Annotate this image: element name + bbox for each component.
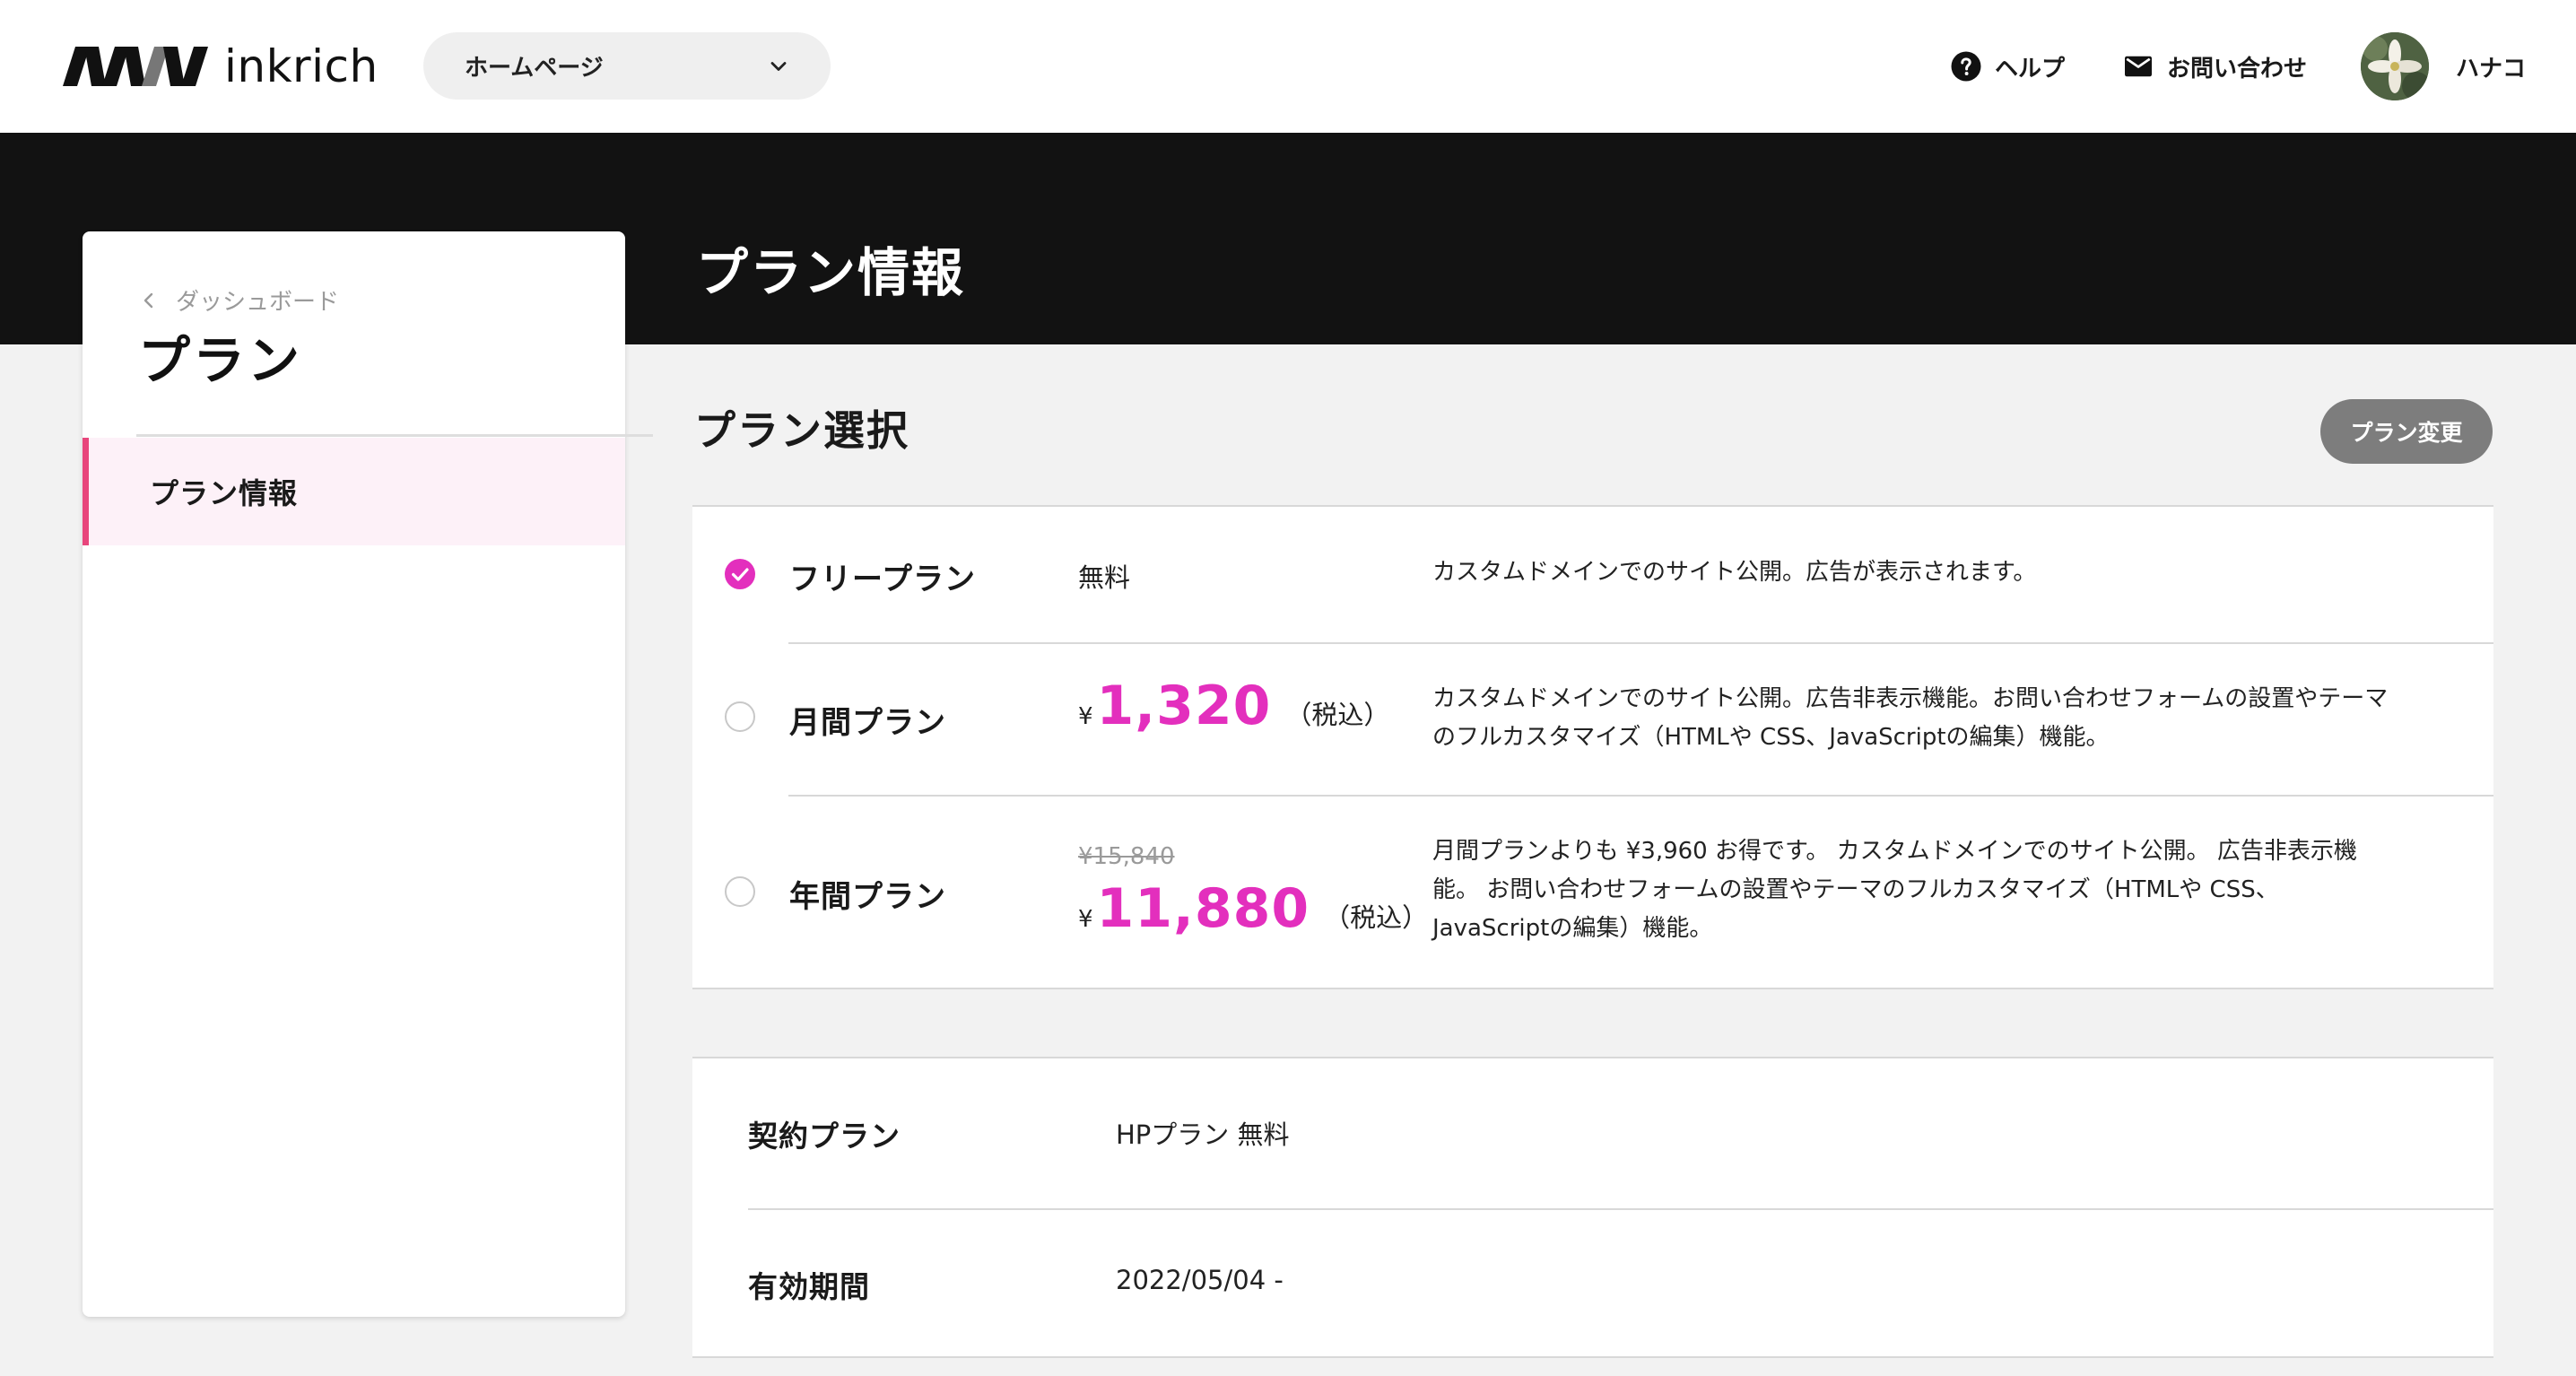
user-name[interactable]: ハナコ [2456,50,2526,83]
plan-description: カスタムドメインでのサイト公開。広告非表示機能。お問い合わせフォームの設置やテー… [1432,680,2437,757]
contract-info: 契約プラン HPプラン 無料 有効期間 2022/05/04 - [692,1057,2493,1358]
back-to-dashboard-link[interactable]: ダッシュボード [138,283,339,317]
contact-label: お問い合わせ [2166,55,2307,83]
plan-description: カスタムドメインでのサイト公開。広告が表示されます。 [1432,559,2037,586]
site-select-value: ホームページ [465,55,604,82]
tax-note: （税込） [1324,902,1429,933]
contract-plan-label: 契約プラン [748,1119,901,1154]
sidebar-item-label: プラン情報 [150,476,299,510]
plan-row-yearly[interactable]: 年間プラン ¥15,840 ¥ 11,880 （税込） 月間プランよりも ¥3,… [692,797,2493,988]
back-link-label: ダッシュボード [176,289,340,316]
plan-name: 月間プラン [789,705,946,741]
sidebar-item-plan-info[interactable]: プラン情報 [83,438,625,545]
plan-description-line: カスタムドメインでのサイト公開。広告非表示機能。お問い合わせフォームの設置やテー… [1432,685,2389,712]
site-select[interactable]: ホームページ [423,32,831,100]
plan-price: 1,320 [1096,675,1272,737]
plan-price: 11,880 [1096,877,1310,940]
mail-icon [2124,56,2152,77]
contact-link[interactable]: お問い合わせ [2122,50,2307,83]
plan-radio-monthly[interactable] [725,701,755,732]
contract-plan-value: HPプラン 無料 [1116,1119,1290,1150]
flower-avatar-icon [2360,32,2429,100]
original-price: ¥15,840 [1078,843,1175,870]
plan-description: 月間プランよりも ¥3,960 お得です。 カスタムドメインでのサイト公開。 広… [1432,832,2437,948]
plan-radio-free[interactable] [725,559,755,589]
currency-symbol: ¥ [1078,906,1093,933]
plan-radio-yearly[interactable] [725,876,755,907]
plan-description-line: 月間プランよりも ¥3,960 お得です。 カスタムドメインでのサイト公開。 広… [1432,838,2357,865]
plan-description-line: 能。 お問い合わせフォームの設置やテーマのフルカスタマイズ（HTMLや CSS、 [1432,876,2279,903]
logo[interactable]: inkrich [63,39,379,93]
plan-description-line: JavaScriptの編集）機能。 [1432,915,1713,942]
sidebar: ダッシュボード プラン プラン情報 [83,231,653,1317]
help-link[interactable]: ヘルプ [1950,50,2065,83]
chevron-down-icon [770,61,787,71]
check-icon [731,568,749,581]
sidebar-divider [136,434,653,437]
logo-text: inkrich [224,40,379,92]
plan-description-line: のフルカスタマイズ（HTMLや CSS、JavaScriptの編集）機能。 [1432,724,2110,751]
tax-note: （税込） [1285,700,1390,730]
avatar[interactable] [2360,32,2429,100]
currency-symbol: ¥ [1078,703,1093,730]
validity-period-label: 有効期間 [748,1269,870,1304]
plan-list: フリープラン 無料 カスタムドメインでのサイト公開。広告が表示されます。 月間プ… [692,505,2493,989]
chevron-left-icon [144,292,153,308]
plan-name: フリープラン [789,562,976,597]
page-title: プラン情報 [696,242,966,303]
plan-row-free[interactable]: フリープラン 無料 カスタムドメインでのサイト公開。広告が表示されます。 [692,507,2493,644]
sidebar-title: プラン [138,330,303,391]
help-circle-icon [1951,51,1981,82]
plan-price-group: ¥ 1,320 （税込） [1078,675,1389,737]
plan-price-group: ¥ 11,880 （税込） [1078,877,1428,940]
validity-period-value: 2022/05/04 - [1116,1265,1284,1295]
header-nav: ヘルプ お問い合わせ ハナコ [1950,25,2526,108]
plan-price: 無料 [1078,562,1131,593]
plan-name: 年間プラン [789,879,946,915]
help-label: ヘルプ [1994,55,2065,83]
row-divider [748,1208,2493,1210]
plan-row-monthly[interactable]: 月間プラン ¥ 1,320 （税込） カスタムドメインでのサイト公開。広告非表示… [692,644,2493,797]
plan-select-heading: プラン選択 [694,406,909,455]
top-header: inkrich ホームページ ヘルプ お問い合わせ ハナコ [0,0,2576,133]
change-plan-button[interactable]: プラン変更 [2320,399,2493,464]
logo-mark-icon [63,47,208,86]
